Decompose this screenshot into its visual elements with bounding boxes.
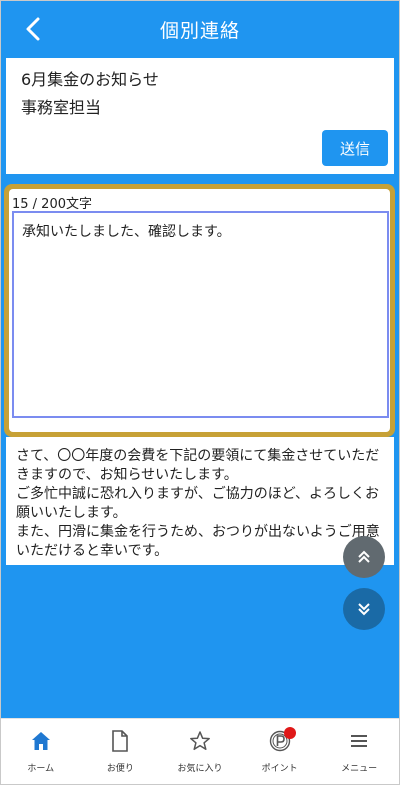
character-counter: 15 / 200文字 — [12, 197, 92, 212]
tab-favorites[interactable]: お気に入り — [160, 719, 240, 784]
tab-menu[interactable]: メニュー — [319, 719, 399, 784]
reply-card-inner: 15 / 200文字 承知いたしました、確認します。 — [9, 189, 390, 432]
tab-letters[interactable]: お便り — [81, 719, 161, 784]
bottom-tab-bar: ホーム お便り お気に入り ポイント メニュー — [1, 718, 399, 784]
scroll-bottom-button[interactable] — [343, 588, 385, 630]
tab-label: ホーム — [27, 764, 55, 774]
tab-label: メニュー — [341, 764, 378, 774]
send-button[interactable]: 送信 — [322, 130, 388, 166]
star-icon — [188, 729, 212, 753]
page-title: 個別連絡 — [159, 19, 240, 42]
body-paragraph-1: さて、〇〇年度の会費を下記の要領にて集金させていただきますので、お知らせいたしま… — [16, 448, 380, 483]
double-chevron-up-icon — [358, 550, 370, 563]
notification-badge — [283, 727, 296, 739]
tab-home[interactable]: ホーム — [1, 719, 81, 784]
header-bar: 個別連絡 — [1, 1, 399, 57]
message-body: さて、〇〇年度の会費を下記の要領にて集金させていただきますので、お知らせいたしま… — [6, 437, 394, 565]
reply-textarea[interactable]: 承知いたしました、確認します。 — [12, 211, 389, 418]
message-sender: 事務室担当 — [21, 98, 102, 117]
message-card: 6月集金のお知らせ 事務室担当 送信 — [6, 58, 394, 174]
double-chevron-down-icon — [358, 603, 370, 616]
back-button[interactable] — [15, 11, 51, 47]
chevron-left-icon — [26, 17, 40, 41]
tab-label: ポイント — [261, 764, 298, 774]
tab-label: お気に入り — [177, 764, 223, 774]
message-subject: 6月集金のお知らせ — [21, 70, 159, 89]
body-paragraph-3: また、円滑に集金を行うため、おつりが出ないようご用意いただけると幸いです。 — [16, 524, 380, 559]
reply-card: 15 / 200文字 承知いたしました、確認します。 — [4, 184, 395, 437]
menu-icon — [347, 729, 371, 753]
document-icon — [108, 729, 132, 753]
tab-label: お便り — [106, 764, 134, 774]
scroll-top-button[interactable] — [343, 536, 385, 578]
body-paragraph-2: ご多忙中誠に恐れ入りますが、ご協力のほど、よろしくお願いいたします。 — [16, 486, 380, 521]
home-icon — [29, 729, 53, 753]
tab-points[interactable]: ポイント — [240, 719, 320, 784]
